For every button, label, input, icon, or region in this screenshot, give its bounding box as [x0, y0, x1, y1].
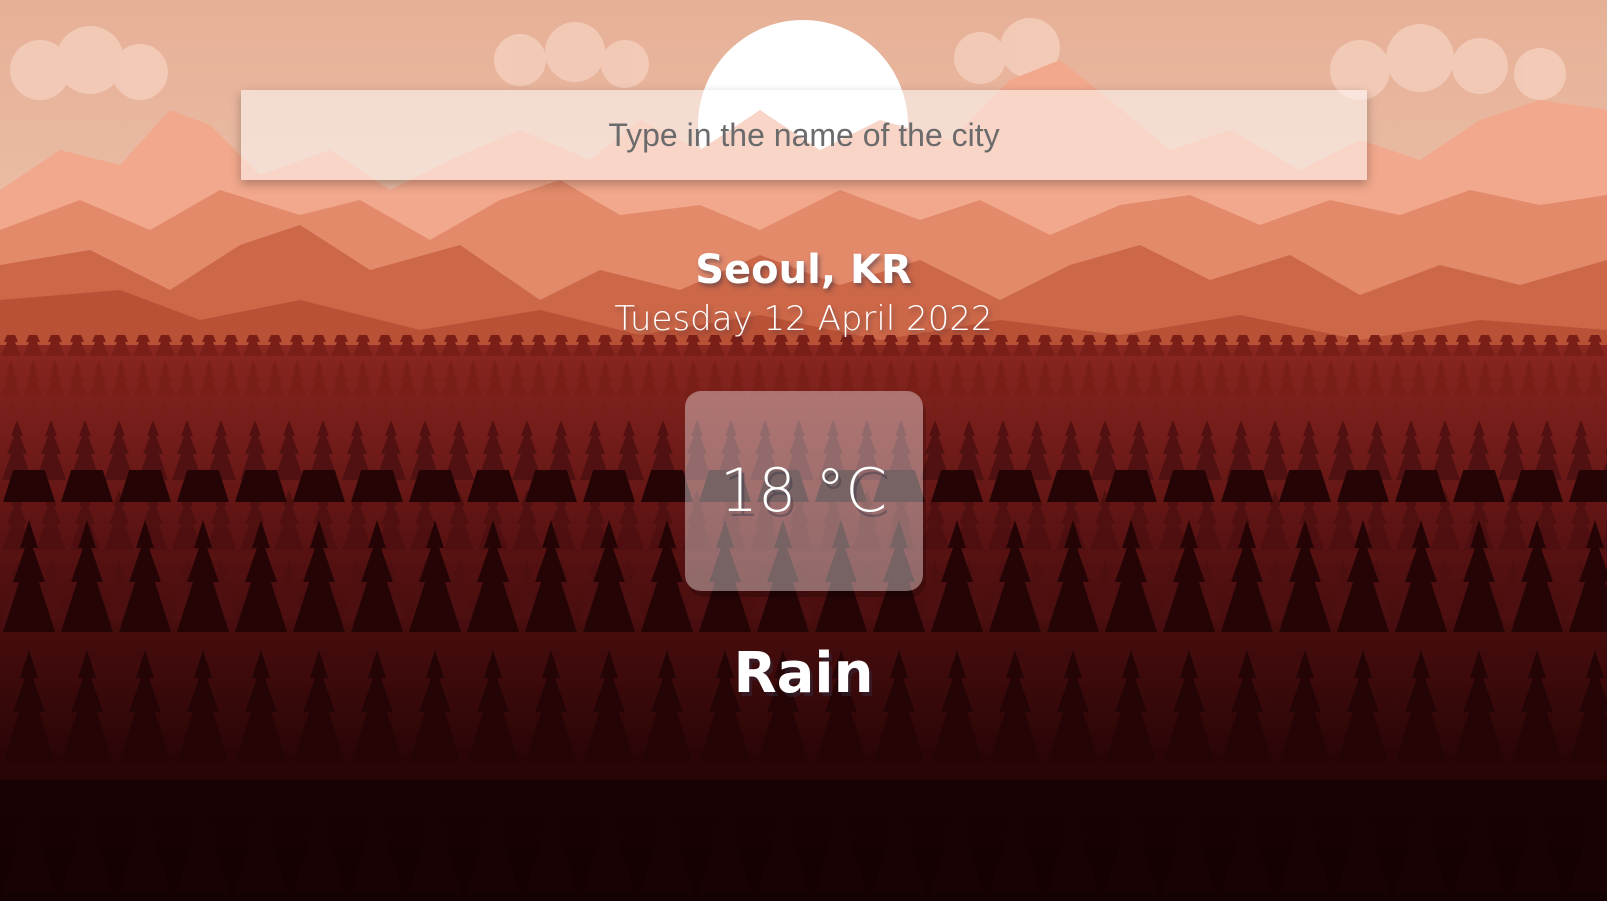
weather-box: 18 °C Rain	[0, 391, 1607, 709]
location-name: Seoul, KR	[695, 247, 912, 293]
city-search-input[interactable]	[241, 90, 1367, 180]
weather-app: Seoul, KR Tuesday 12 April 2022 18 °C Ra…	[0, 0, 1607, 901]
weather-condition: Rain	[733, 641, 874, 706]
current-date: Tuesday 12 April 2022	[614, 299, 993, 339]
location-box: Seoul, KR Tuesday 12 April 2022	[0, 245, 1607, 341]
search-box	[241, 90, 1367, 180]
temperature-card: 18 °C	[684, 391, 923, 591]
forest-shadow	[0, 780, 1607, 901]
